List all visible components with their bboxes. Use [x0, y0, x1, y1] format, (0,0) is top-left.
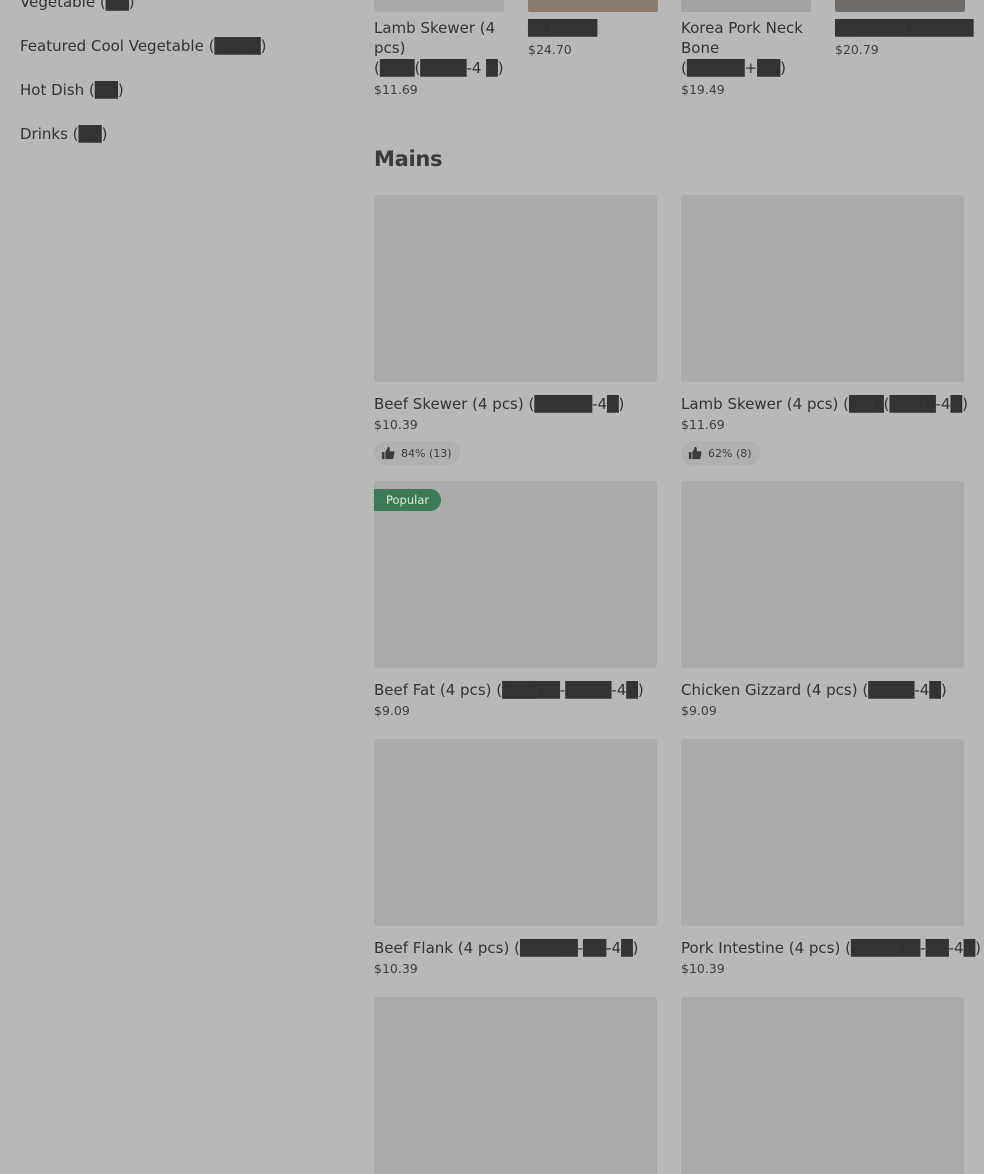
item-image: [681, 997, 964, 1174]
item-price: $24.70: [528, 42, 572, 57]
menu-item-card[interactable]: [374, 997, 657, 1174]
menu-item-card[interactable]: Beef Skewer (4 pcs) (█████-4█) $10.39 84…: [374, 195, 657, 465]
menu-item-card[interactable]: [681, 997, 964, 1174]
carousel-item[interactable]: ████████████ $20.79: [835, 0, 974, 57]
item-image: [374, 195, 657, 382]
item-name: Beef Skewer (4 pcs) (█████-4█): [374, 395, 625, 413]
item-name: Lamb Skewer (4 pcs) (███(████-4 █): [374, 19, 504, 77]
item-price: $20.79: [835, 42, 879, 57]
menu-item-card[interactable]: Lamb Skewer (4 pcs) (███(████-4█) $11.69…: [681, 195, 968, 465]
sidebar-item-hot-dish[interactable]: Hot Dish (██): [20, 68, 340, 112]
menu-item-card[interactable]: Pork Intestine (4 pcs) (██████-██-4█) $1…: [681, 739, 981, 976]
item-price: $11.69: [681, 417, 725, 432]
item-image: [374, 997, 657, 1174]
item-image: [681, 0, 811, 12]
sidebar-item-vegetable[interactable]: Vegetable (██): [20, 0, 340, 24]
item-price: $11.69: [374, 82, 418, 97]
item-name: Pork Intestine (4 pcs) (██████-██-4█): [681, 939, 981, 957]
item-price: $9.09: [374, 703, 410, 718]
category-sidebar: Vegetable (██) Featured Cool Vegetable (…: [20, 0, 340, 156]
item-price: $10.39: [681, 961, 725, 976]
featured-carousel: Lamb Skewer (4 pcs) (███(████-4 █) $11.6…: [374, 0, 974, 102]
item-image: [681, 739, 964, 926]
item-name: ████████████: [835, 19, 974, 37]
menu-item-card[interactable]: Popular Beef Fat (4 pcs) (█████-████-4█)…: [374, 481, 657, 718]
thumbs-up-icon: [688, 446, 702, 460]
rating-text: 62% (8): [708, 446, 752, 460]
section-title-mains: Mains: [374, 147, 443, 171]
item-image: Popular: [374, 481, 657, 668]
item-name: Beef Flank (4 pcs) (█████-██-4█): [374, 939, 639, 957]
item-name: Lamb Skewer (4 pcs) (███(████-4█): [681, 395, 968, 413]
item-image: [374, 739, 657, 926]
sidebar-item-featured-cool-vegetable[interactable]: Featured Cool Vegetable (████): [20, 24, 340, 68]
popular-badge: Popular: [374, 489, 442, 511]
item-image: [528, 0, 658, 12]
item-name: Beef Fat (4 pcs) (█████-████-4█): [374, 681, 644, 699]
item-image: [835, 0, 965, 12]
carousel-item[interactable]: Lamb Skewer (4 pcs) (███(████-4 █) $11.6…: [374, 0, 504, 97]
store-menu-page: Vegetable (██) Featured Cool Vegetable (…: [0, 0, 984, 1174]
item-name: Chicken Gizzard (4 pcs) (████-4█): [681, 681, 947, 699]
item-price: $10.39: [374, 961, 418, 976]
item-image: [374, 0, 504, 12]
item-price: $9.09: [681, 703, 717, 718]
rating-badge: 84% (13): [374, 441, 460, 465]
menu-item-card[interactable]: Chicken Gizzard (4 pcs) (████-4█) $9.09: [681, 481, 964, 718]
item-name: ██████: [528, 19, 598, 37]
item-price: $19.49: [681, 82, 725, 97]
rating-text: 84% (13): [401, 446, 452, 460]
menu-item-card[interactable]: Beef Flank (4 pcs) (█████-██-4█) $10.39: [374, 739, 657, 976]
thumbs-up-icon: [381, 446, 395, 460]
item-price: $10.39: [374, 417, 418, 432]
sidebar-item-drinks[interactable]: Drinks (██): [20, 112, 340, 156]
rating-badge: 62% (8): [681, 441, 760, 465]
item-image: [681, 195, 964, 382]
item-name: Korea Pork Neck Bone (█████+██): [681, 19, 803, 77]
item-image: [681, 481, 964, 668]
carousel-item[interactable]: ██████ $24.70: [528, 0, 658, 57]
carousel-item[interactable]: Korea Pork Neck Bone (█████+██) $19.49: [681, 0, 811, 97]
